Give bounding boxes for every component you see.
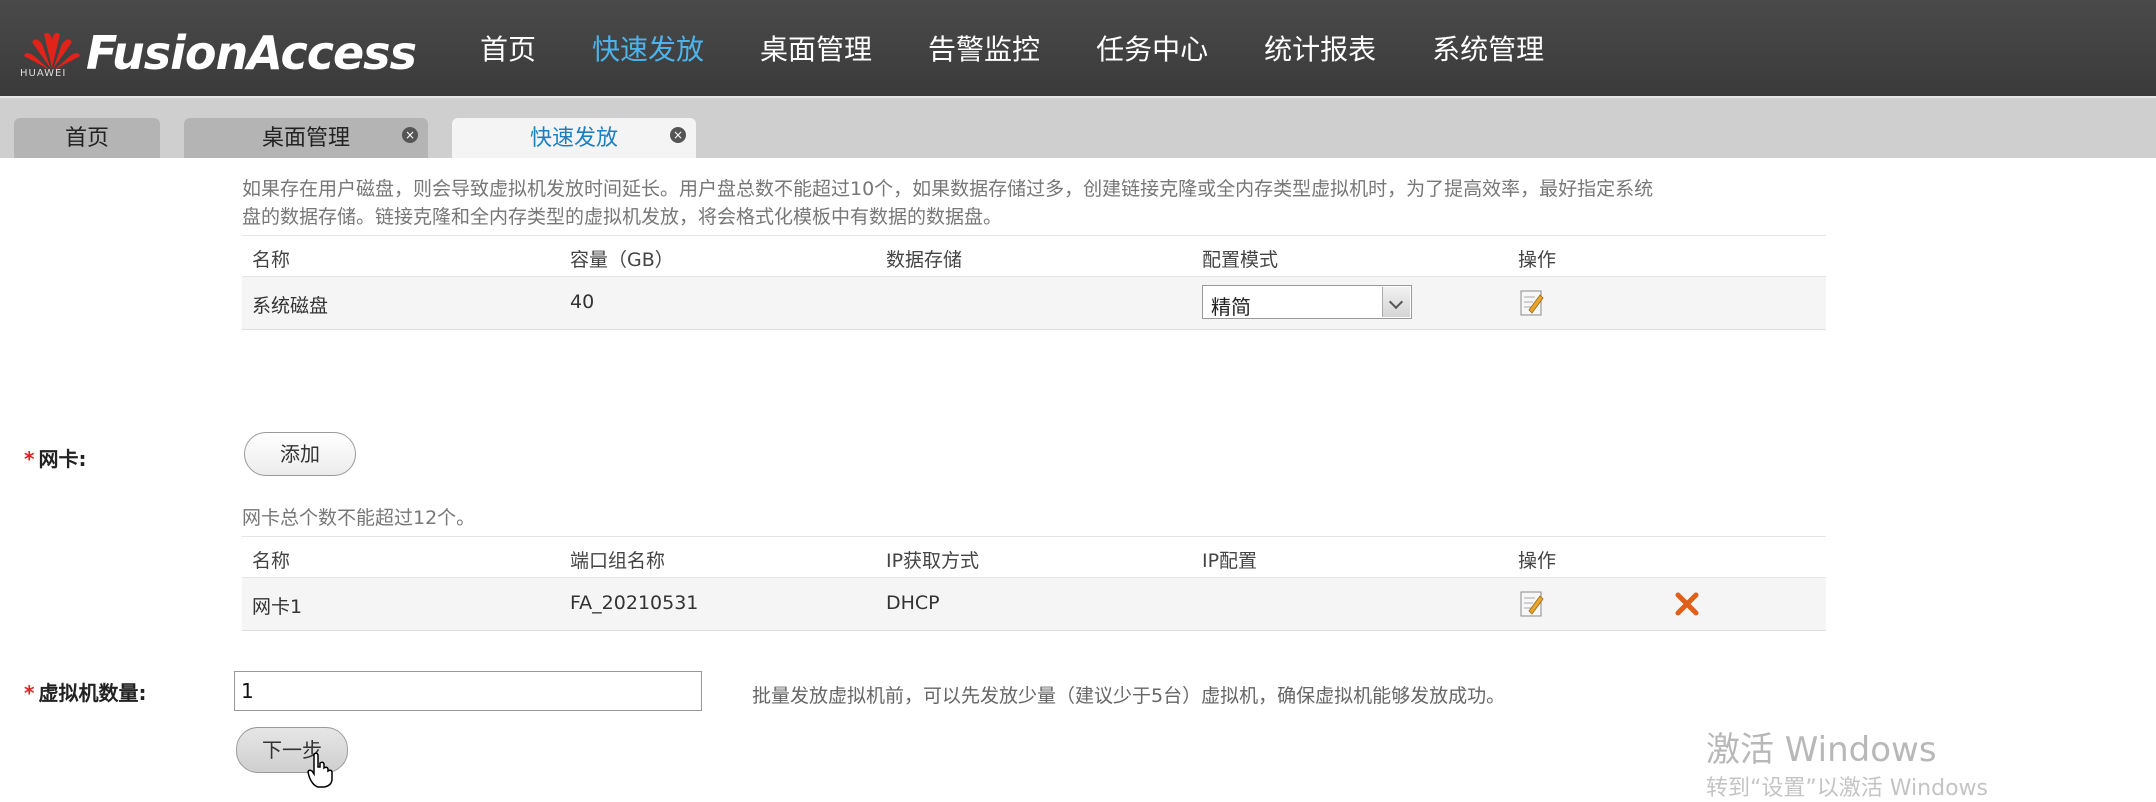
table-row: 网卡1 FA_20210531 DHCP (242, 578, 1826, 631)
tab-home[interactable]: 首页 (14, 118, 160, 158)
windows-activation-watermark-sub: 转到“设置”以激活 Windows (1706, 776, 1988, 801)
main-nav: 首页 快速发放 桌面管理 告警监控 任务中心 统计报表 系统管理 (480, 0, 1600, 96)
nic-note: 网卡总个数不能超过12个。 (242, 507, 476, 529)
nic-table: 名称 端口组名称 IP获取方式 IP配置 操作 网卡1 FA_20210531 … (242, 536, 1826, 631)
column-header-name: 名称 (252, 550, 291, 572)
column-header-datastore: 数据存储 (886, 249, 963, 271)
table-row: 系统磁盘 40 精简 (242, 277, 1826, 330)
disk-note: 如果存在用户磁盘，则会导致虚拟机发放时间延长。用户盘总数不能超过10个，如果数据… (242, 175, 1822, 231)
nav-item-home[interactable]: 首页 (480, 0, 536, 96)
chevron-down-icon[interactable] (1382, 287, 1410, 317)
column-header-operation: 操作 (1518, 550, 1557, 572)
nav-item-system-management[interactable]: 系统管理 (1432, 0, 1544, 96)
column-header-config-mode: 配置模式 (1202, 249, 1279, 271)
nav-item-quick-provision[interactable]: 快速发放 (592, 0, 704, 96)
huawei-logo-icon (24, 32, 80, 70)
table-header: 名称 端口组名称 IP获取方式 IP配置 操作 (242, 536, 1826, 578)
nav-item-desktop-management[interactable]: 桌面管理 (760, 0, 872, 96)
disk-table: 名称 容量（GB） 数据存储 配置模式 操作 系统磁盘 40 精简 (242, 235, 1826, 330)
tab-strip: 首页 桌面管理 × 快速发放 × (0, 96, 2156, 158)
vm-count-hint: 批量发放虚拟机前，可以先发放少量（建议少于5台）虚拟机，确保虚拟机能够发放成功。 (752, 685, 1506, 707)
add-nic-button[interactable]: 添加 (244, 432, 356, 476)
disk-note-line: 盘的数据存储。链接克隆和全内存类型的虚拟机发放，将会格式化模板中有数据的数据盘。 (242, 206, 1003, 228)
nic-port-group: FA_20210531 (570, 592, 699, 614)
nav-item-task-center[interactable]: 任务中心 (1096, 0, 1208, 96)
nav-item-alarm-monitoring[interactable]: 告警监控 (928, 0, 1040, 96)
tab-quick-provision[interactable]: 快速发放 × (452, 118, 696, 158)
config-mode-value: 精简 (1211, 295, 1251, 319)
delete-icon[interactable] (1674, 591, 1700, 617)
top-navigation-bar: HUAWEI FusionAccess 首页 快速发放 桌面管理 告警监控 任务… (0, 0, 2156, 96)
tab-desktop-management[interactable]: 桌面管理 × (184, 118, 428, 158)
edit-icon[interactable] (1520, 290, 1544, 316)
hand-cursor-icon (307, 752, 333, 788)
brand-name: FusionAccess (86, 26, 417, 80)
column-header-ip-config: IP配置 (1202, 550, 1258, 572)
disk-note-line: 如果存在用户磁盘，则会导致虚拟机发放时间延长。用户盘总数不能超过10个，如果数据… (242, 178, 1654, 200)
close-icon[interactable]: × (402, 127, 418, 143)
config-mode-select[interactable]: 精简 (1202, 285, 1412, 319)
tab-label: 桌面管理 (261, 126, 350, 151)
column-header-port-group: 端口组名称 (570, 550, 666, 572)
tab-label: 快速发放 (529, 126, 618, 151)
vm-count-input[interactable] (234, 671, 702, 711)
nic-name: 网卡1 (252, 596, 303, 618)
tab-label: 首页 (64, 126, 109, 151)
vm-count-label: * 虚拟机数量: (24, 677, 146, 706)
required-mark: * (24, 447, 35, 471)
column-header-name: 名称 (252, 249, 291, 271)
disk-name: 系统磁盘 (252, 295, 329, 317)
brand-sub: HUAWEI (20, 68, 67, 79)
edit-icon[interactable] (1520, 591, 1544, 617)
nic-ip-mode: DHCP (886, 592, 940, 614)
nic-label: * 网卡: (24, 443, 86, 472)
vm-count-label-text: 虚拟机数量: (38, 681, 147, 705)
windows-activation-watermark: 激活 Windows (1706, 730, 1937, 770)
column-header-capacity: 容量（GB） (570, 249, 674, 271)
close-icon[interactable]: × (670, 127, 686, 143)
brand-logo[interactable]: HUAWEI FusionAccess (18, 24, 418, 84)
column-header-operation: 操作 (1518, 249, 1557, 271)
disk-capacity: 40 (570, 291, 595, 313)
required-mark: * (24, 681, 35, 705)
column-header-ip-mode: IP获取方式 (886, 550, 980, 572)
nav-item-statistics-reports[interactable]: 统计报表 (1264, 0, 1376, 96)
nic-label-text: 网卡: (38, 447, 87, 471)
table-header: 名称 容量（GB） 数据存储 配置模式 操作 (242, 235, 1826, 277)
